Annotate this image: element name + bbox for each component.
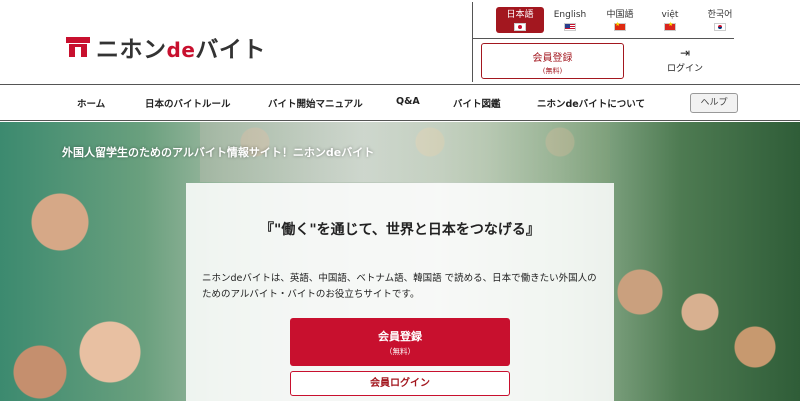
jp-flag-icon [514,23,526,31]
logo-mark-icon [66,37,90,57]
hero-register-sub: （無料） [385,347,415,356]
lang-option-chinese[interactable]: 中国語 [596,7,644,33]
lang-option-japanese[interactable]: 日本語 [496,7,544,33]
vn-flag-icon [664,21,676,31]
header-divider-horizontal [472,38,734,39]
hero-description: ニホンdeバイトは、英語、中国語、ベトナム語、韓国語 で読める、日本で働きたい外… [202,273,597,300]
hero-register-button[interactable]: 会員登録 （無料） [290,318,510,366]
help-button[interactable]: ヘルプ [690,93,738,113]
nav-item-qa[interactable]: Q&A [396,96,420,107]
language-switcher: 日本語 English 中国語 việt 한국어 [496,7,746,33]
hero-login-button[interactable]: 会員ログイン [290,371,510,396]
header-login-label: ログイン [666,64,703,74]
hero-headline: 『"働く"を通じて、世界と日本をつなげる』 [260,222,540,238]
header-register-sub: (無料) [542,67,563,75]
kr-flag-icon [714,23,726,31]
header-login-button[interactable]: ⇥ ログイン [640,45,730,79]
hero-section: 外国人留学生のためのアルバイト情報サイト！ニホンdeバイト 『"働く"を通じて、… [0,122,800,401]
nav-item-about[interactable]: ニホンdeバイトについて [537,96,645,110]
nav-item-job-guide[interactable]: バイト図鑑 [453,96,501,110]
hero-caption: 外国人留学生のためのアルバイト情報サイト！ニホンdeバイト [62,146,375,159]
nav-item-start-manual[interactable]: バイト開始マニュアル [268,96,363,110]
header-register-button[interactable]: 会員登録 (無料) [481,43,624,79]
hero-panel: 『"働く"を通じて、世界と日本をつなげる』 ニホンdeバイトは、英語、中国語、ベ… [186,183,614,401]
site-header: ニホンdeバイト 日本語 English 中国語 việt 한국어 会員登録 (… [0,0,800,84]
lang-option-english[interactable]: English [546,7,594,33]
cn-flag-icon [614,21,626,31]
lang-option-vietnamese[interactable]: việt [646,7,694,33]
hero-register-label: 会員登録 [378,330,422,343]
us-flag-icon [564,23,576,31]
logo-text: ニホンdeバイト [96,37,266,63]
lang-option-korean[interactable]: 한국어 [696,7,744,33]
header-register-label: 会員登録 [532,53,573,64]
header-divider-vertical [472,2,473,82]
main-nav: ホーム 日本のバイトルール バイト開始マニュアル Q&A バイト図鑑 ニホンde… [0,84,800,121]
nav-item-japan-rules[interactable]: 日本のバイトルール [145,96,231,110]
login-icon: ⇥ [679,46,691,60]
nav-item-home[interactable]: ホーム [77,96,105,110]
site-logo[interactable]: ニホンdeバイト [66,30,266,64]
